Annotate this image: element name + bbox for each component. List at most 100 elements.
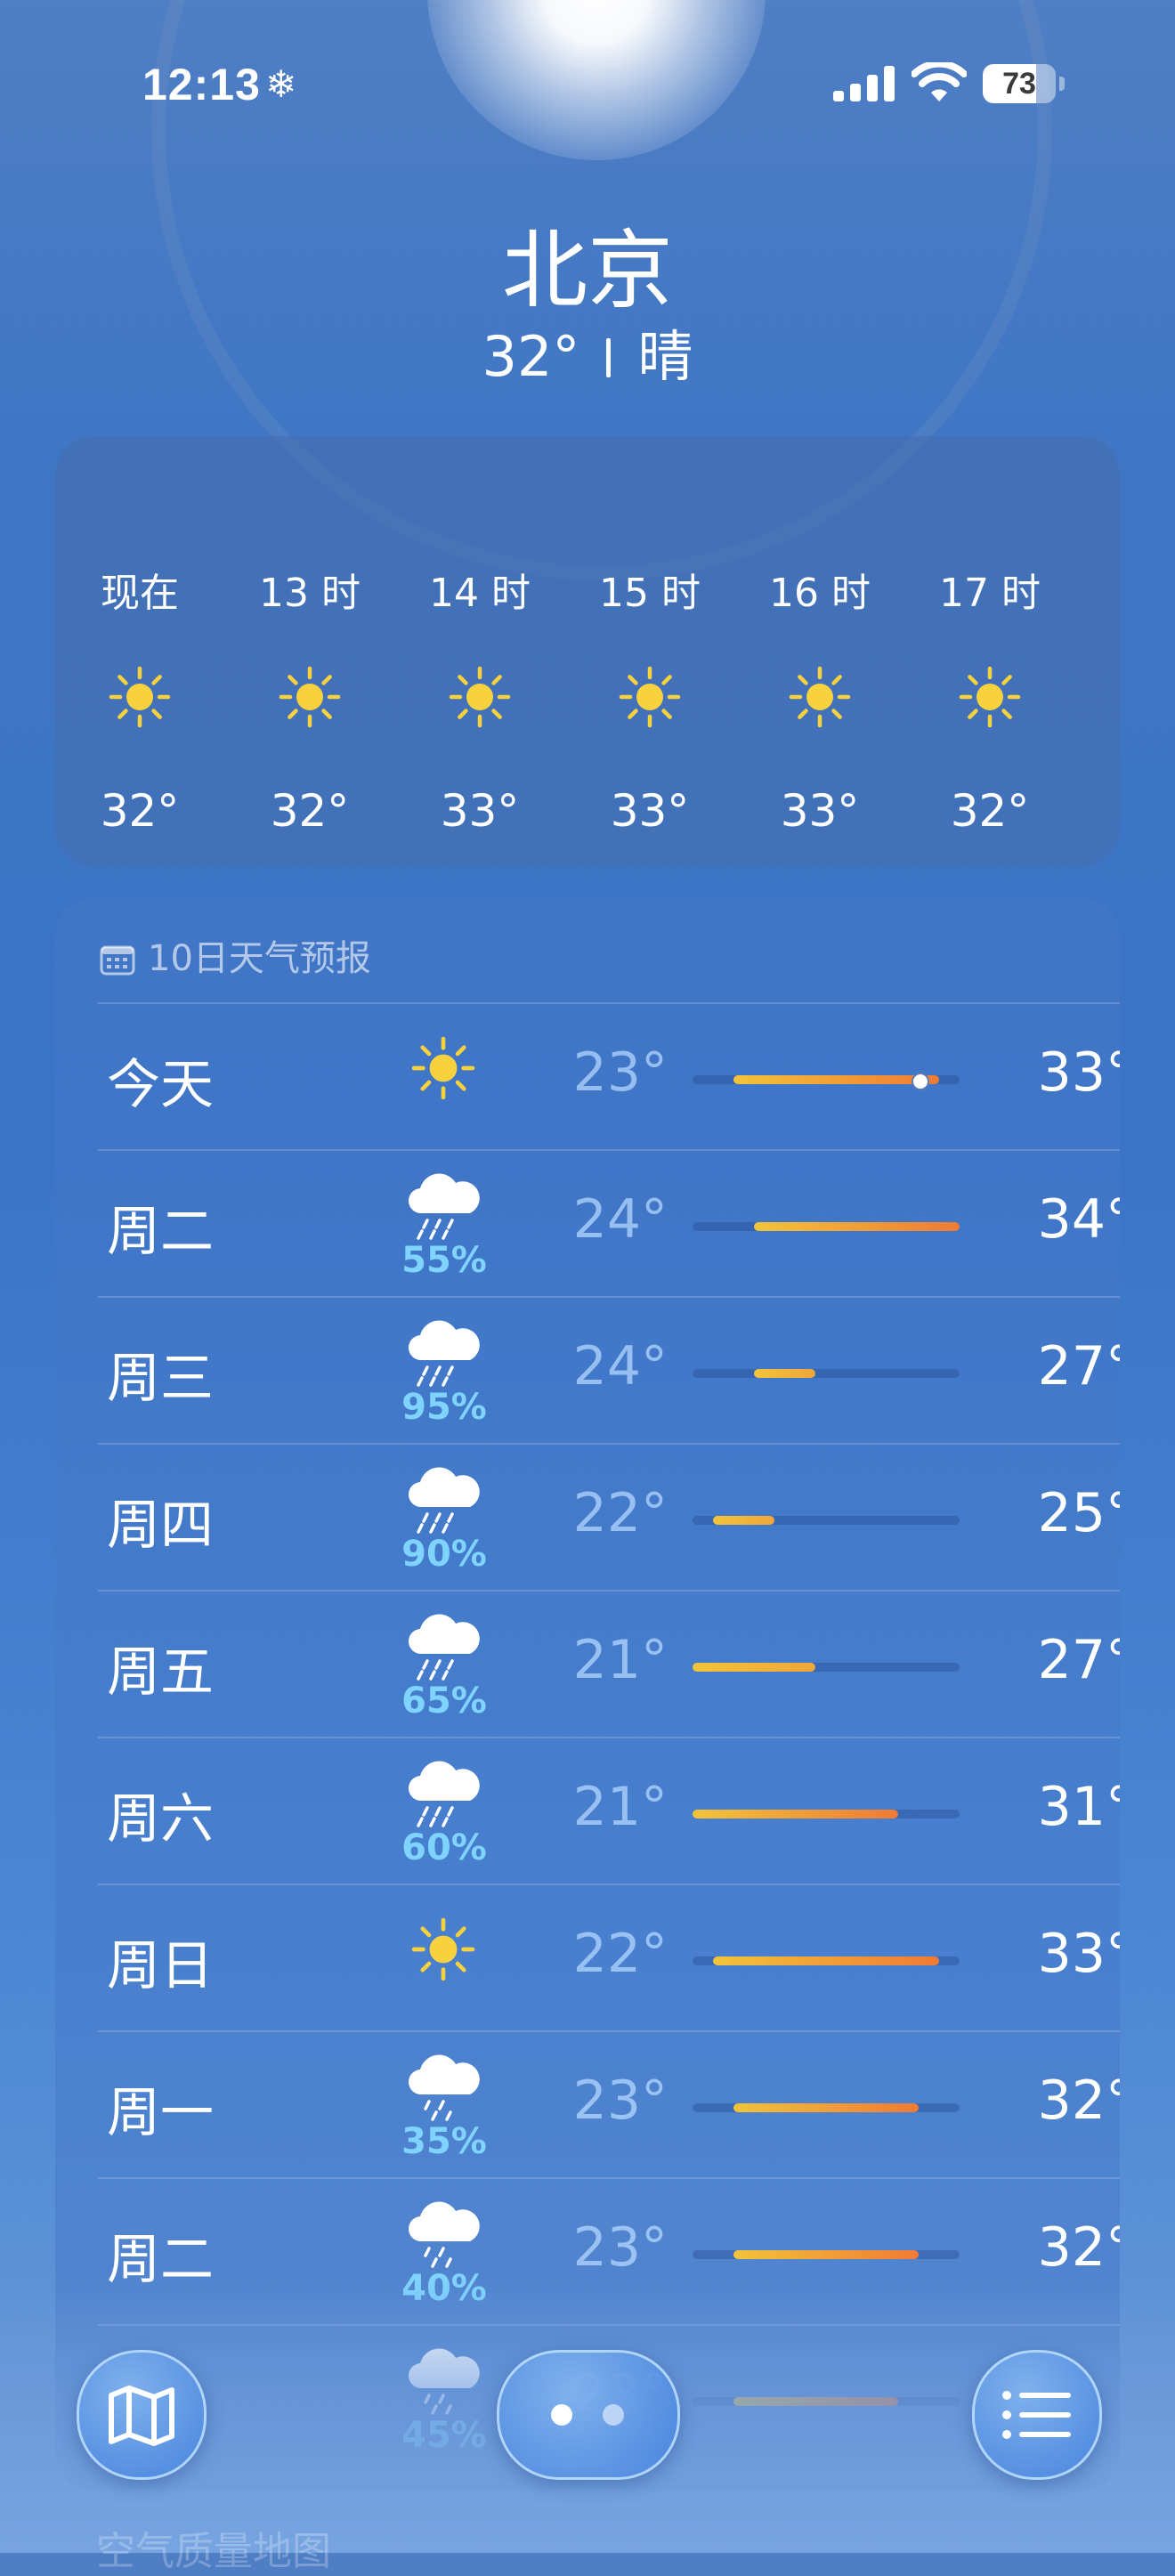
hour-label: 13 时 [259, 571, 361, 616]
temp-range-bar [754, 1369, 816, 1378]
drizzle-cloud-icon [401, 2200, 486, 2272]
daily-row[interactable]: 周五 65% 21° 27° [98, 1590, 1120, 1738]
hour-label: 1 [1075, 561, 1120, 606]
day-label: 周三 [107, 1348, 214, 1410]
page-dot-current [551, 2404, 572, 2426]
day-label: 周二 [107, 1201, 214, 1263]
page-dot [603, 2404, 624, 2426]
sun-icon [959, 666, 1021, 728]
day-label: 今天 [107, 1054, 214, 1116]
temp-range-bar [693, 1663, 816, 1672]
map-button[interactable] [77, 2350, 207, 2480]
day-label: 周四 [107, 1495, 214, 1557]
rain-cloud-icon [401, 1172, 486, 1243]
hourly-forecast-card[interactable]: 现在 32° 13 时 32° 14 时 33° 15 时 33° 16 时 33° 17 时 32°… [55, 436, 1120, 867]
status-time: 12:13 [142, 60, 261, 109]
cellular-signal-icon [833, 66, 895, 101]
high-temp: 31° [1037, 1776, 1120, 1838]
high-temp: 33° [1037, 1041, 1120, 1104]
temp-range-bar [754, 1222, 960, 1231]
daily-row[interactable]: 周二 55% 24° 34° [98, 1149, 1120, 1298]
hour-temp: 33° [780, 785, 860, 837]
hour-temp: 32° [270, 785, 350, 837]
low-temp: 22° [572, 1482, 668, 1544]
temp-range-track [693, 1663, 960, 1672]
rain-cloud-icon [401, 1760, 486, 1831]
sun-icon [109, 666, 171, 728]
temp-range-bar [713, 1956, 939, 1965]
hour-label: 14 时 [429, 571, 531, 616]
low-temp: 23° [572, 1041, 668, 1104]
low-temp: 21° [572, 1629, 668, 1691]
daily-row[interactable]: 今天 23° 33° [98, 1002, 1120, 1151]
temp-range-track [693, 1956, 960, 1965]
current-temp: 32° [482, 324, 580, 389]
high-temp: 27° [1037, 1335, 1120, 1397]
map-icon [109, 2386, 174, 2446]
temp-range-bar [693, 1810, 898, 1819]
ten-day-forecast-card[interactable]: 10日天气预报 今天 23° 33° 周二 55% 24° 34° 周三 95% 24° 27° 周四… [55, 897, 1120, 2491]
list-icon [1002, 2391, 1071, 2439]
air-quality-map-title: 空气质量地图 [96, 2529, 331, 2574]
hour-label: 15 时 [599, 571, 701, 616]
temp-range-bar [713, 1516, 775, 1525]
daily-row[interactable]: 周四 90% 22° 25° [98, 1443, 1120, 1592]
sun-icon [449, 666, 511, 728]
sun-icon [279, 666, 341, 728]
hour-label: 16 时 [769, 571, 871, 616]
temp-range-track [693, 1073, 960, 1090]
temp-range-track [693, 1516, 960, 1525]
city-name: 北京 [502, 221, 673, 320]
low-temp: 23° [572, 2070, 668, 2132]
temp-range-track [693, 1222, 960, 1231]
precip-chance: 35% [401, 2121, 487, 2162]
hour-temp: 33° [440, 785, 520, 837]
high-temp: 32° [1037, 2216, 1120, 2279]
precip-chance: 60% [401, 1827, 487, 1868]
low-temp: 21° [572, 1776, 668, 1838]
battery-icon: 73 [983, 64, 1065, 103]
precip-chance: 65% [401, 1681, 487, 1721]
status-bar: 12:13 ❄ 73 [0, 59, 1175, 112]
location-list-button[interactable] [972, 2350, 1102, 2480]
precip-chance: 55% [401, 1240, 487, 1281]
precip-chance: 90% [401, 1534, 487, 1575]
current-conditions: 32° 晴 [0, 312, 1175, 392]
high-temp: 32° [1037, 2070, 1120, 2132]
hour-temp: 33° [610, 785, 690, 837]
current-temp-marker [911, 1073, 929, 1090]
low-temp: 23° [572, 2216, 668, 2279]
daily-row[interactable]: 周日 22° 33° [98, 1883, 1120, 2032]
sun-icon [411, 1036, 475, 1100]
ten-day-title: 10日天气预报 [148, 938, 371, 979]
daily-row[interactable]: 周六 60% 21° 31° [98, 1737, 1120, 1885]
temp-range-bar [733, 2250, 919, 2259]
low-temp: 22° [572, 1923, 668, 1985]
day-label: 周日 [107, 1935, 214, 1997]
hour-label: 17 时 [939, 571, 1041, 616]
low-temp: 24° [572, 1335, 668, 1397]
temp-range-track [693, 1369, 960, 1378]
sun-icon [411, 1917, 475, 1981]
temp-range-track [693, 2103, 960, 2112]
rain-cloud-icon [401, 1319, 486, 1390]
daily-row[interactable]: 周三 95% 24° 27° [98, 1296, 1120, 1445]
temp-range-bar [733, 1075, 939, 1084]
daily-row[interactable]: 周一 35% 23° 32° [98, 2030, 1120, 2179]
high-temp: 34° [1037, 1188, 1120, 1251]
high-temp: 33° [1037, 1923, 1120, 1985]
sun-icon [789, 666, 851, 728]
sun-icon [619, 666, 681, 728]
hour-temp: 32° [950, 785, 1030, 837]
hour-label: 现在 [101, 571, 179, 616]
high-temp: 25° [1037, 1482, 1120, 1544]
temp-range-track [693, 2250, 960, 2259]
high-temp: 27° [1037, 1629, 1120, 1691]
separator [606, 338, 612, 377]
rain-cloud-icon [401, 1613, 486, 1684]
rain-cloud-icon [401, 1466, 486, 1537]
precip-chance: 95% [401, 1387, 487, 1428]
page-indicator-button[interactable] [497, 2350, 680, 2480]
temp-range-bar [733, 2103, 919, 2112]
battery-level: 73 [1002, 67, 1036, 101]
